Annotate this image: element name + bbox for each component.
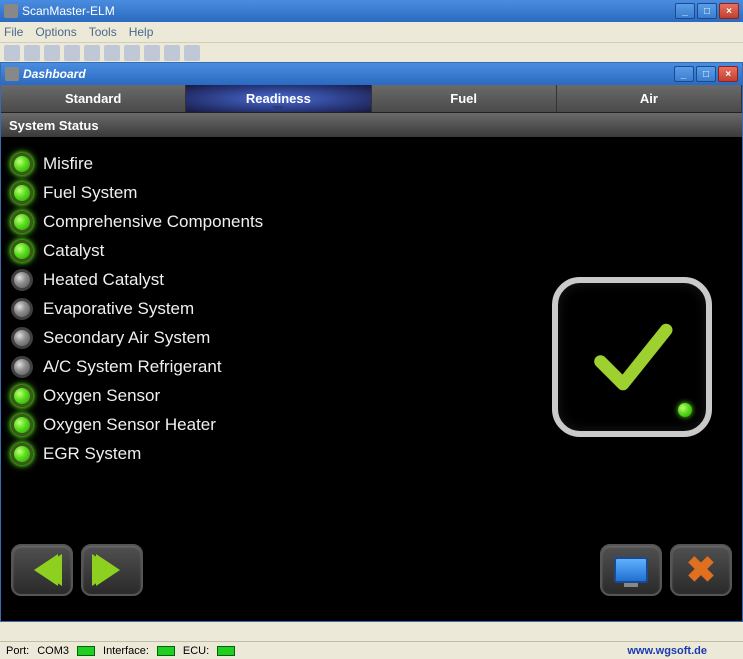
status-led-icon <box>11 153 33 175</box>
status-led-icon <box>11 182 33 204</box>
tab-readiness[interactable]: Readiness <box>186 85 371 112</box>
status-item: EGR System <box>11 443 732 465</box>
ecu-label: ECU: <box>183 645 209 657</box>
close-button[interactable]: × <box>719 3 739 19</box>
dashboard-minimize-button[interactable]: _ <box>674 66 694 82</box>
status-label: A/C System Refrigerant <box>43 357 222 377</box>
prev-button[interactable] <box>11 544 73 596</box>
arrow-left-icon <box>22 554 62 586</box>
status-label: EGR System <box>43 444 141 464</box>
status-item: Catalyst <box>11 240 732 262</box>
menu-tools[interactable]: Tools <box>89 25 117 39</box>
app-icon <box>4 4 18 18</box>
check-icon <box>587 312 677 402</box>
status-label: Comprehensive Components <box>43 212 263 232</box>
port-label: Port: <box>6 645 29 657</box>
status-led-icon <box>11 269 33 291</box>
cancel-button[interactable]: ✖ <box>670 544 732 596</box>
dashboard-maximize-button[interactable]: □ <box>696 66 716 82</box>
toolbar-icon[interactable] <box>164 45 180 61</box>
port-led-icon <box>77 646 95 656</box>
toolbar-icon[interactable] <box>64 45 80 61</box>
status-dot-icon <box>678 403 692 417</box>
status-led-icon <box>11 298 33 320</box>
dashboard-tabs: Standard Readiness Fuel Air <box>1 85 742 113</box>
toolbar-icon[interactable] <box>144 45 160 61</box>
status-led-icon <box>11 211 33 233</box>
overall-status-panel <box>552 277 712 437</box>
window-controls: _ □ × <box>675 3 739 19</box>
monitor-icon <box>614 557 648 583</box>
status-led-icon <box>11 240 33 262</box>
port-value: COM3 <box>37 645 69 657</box>
dashboard-titlebar: Dashboard _ □ × <box>1 63 742 85</box>
menu-file[interactable]: File <box>4 25 23 39</box>
menu-help[interactable]: Help <box>129 25 154 39</box>
tab-air[interactable]: Air <box>557 85 742 112</box>
app-title: ScanMaster-ELM <box>22 4 675 18</box>
section-header: System Status <box>1 113 742 137</box>
nav-row: ✖ <box>1 535 742 605</box>
dashboard-title: Dashboard <box>23 67 674 81</box>
status-label: Secondary Air System <box>43 328 210 348</box>
display-button[interactable] <box>600 544 662 596</box>
status-led-icon <box>11 385 33 407</box>
toolbar-icon[interactable] <box>84 45 100 61</box>
toolbar-icon[interactable] <box>44 45 60 61</box>
status-led-icon <box>11 414 33 436</box>
toolbar-icon[interactable] <box>104 45 120 61</box>
status-label: Fuel System <box>43 183 137 203</box>
ecu-led-icon <box>217 646 235 656</box>
dashboard-window-controls: _ □ × <box>674 66 738 82</box>
menu-options[interactable]: Options <box>35 25 76 39</box>
toolbar-icon[interactable] <box>184 45 200 61</box>
status-led-icon <box>11 443 33 465</box>
status-led-icon <box>11 327 33 349</box>
status-label: Oxygen Sensor <box>43 386 160 406</box>
status-label: Misfire <box>43 154 93 174</box>
statusbar: Port: COM3 Interface: ECU: www.wgsoft.de <box>0 641 743 659</box>
x-icon: ✖ <box>686 552 716 588</box>
status-area: Misfire Fuel System Comprehensive Componen… <box>1 137 742 535</box>
menubar: File Options Tools Help <box>0 22 743 42</box>
website-link[interactable]: www.wgsoft.de <box>627 645 707 657</box>
tab-fuel[interactable]: Fuel <box>372 85 557 112</box>
dashboard-icon <box>5 67 19 81</box>
status-label: Oxygen Sensor Heater <box>43 415 216 435</box>
maximize-button[interactable]: □ <box>697 3 717 19</box>
main-titlebar: ScanMaster-ELM _ □ × <box>0 0 743 22</box>
dashboard-close-button[interactable]: × <box>718 66 738 82</box>
status-item: Comprehensive Components <box>11 211 732 233</box>
arrow-right-icon <box>92 554 132 586</box>
toolbar <box>0 42 743 62</box>
status-label: Heated Catalyst <box>43 270 164 290</box>
interface-led-icon <box>157 646 175 656</box>
status-led-icon <box>11 356 33 378</box>
tab-standard[interactable]: Standard <box>1 85 186 112</box>
interface-label: Interface: <box>103 645 149 657</box>
status-item: Misfire <box>11 153 732 175</box>
toolbar-icon[interactable] <box>24 45 40 61</box>
dashboard-window: Dashboard _ □ × Standard Readiness Fuel … <box>0 62 743 622</box>
next-button[interactable] <box>81 544 143 596</box>
status-item: Fuel System <box>11 182 732 204</box>
status-label: Evaporative System <box>43 299 194 319</box>
status-label: Catalyst <box>43 241 104 261</box>
toolbar-icon[interactable] <box>4 45 20 61</box>
toolbar-icon[interactable] <box>124 45 140 61</box>
minimize-button[interactable]: _ <box>675 3 695 19</box>
